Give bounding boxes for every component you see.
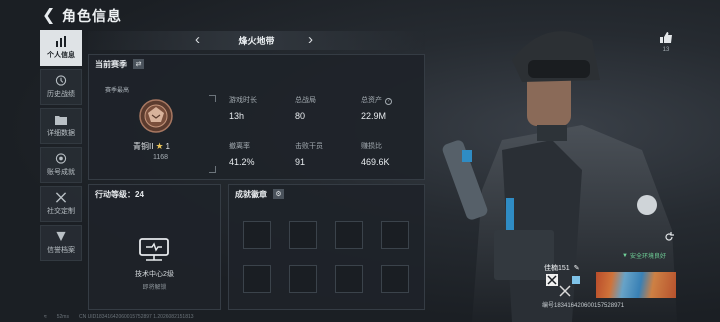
stat-extraction-rate: 撤离率 41.2% xyxy=(229,141,295,167)
stat-total-matches: 总战局 80 xyxy=(295,95,361,121)
stat-key: 总资产? xyxy=(361,95,427,105)
sidebar-item-achievements[interactable]: 账号成就 xyxy=(40,147,82,183)
sidebar-item-label: 个人信息 xyxy=(47,52,75,59)
bar-chart-icon xyxy=(56,36,66,47)
badge-slot[interactable] xyxy=(243,221,271,249)
shield-icon xyxy=(56,231,66,242)
tech-center-icon xyxy=(139,238,169,261)
safety-status: ▼ 安全环境良好 xyxy=(622,251,666,261)
rotate-view-icon[interactable] xyxy=(664,232,674,242)
player-namecard[interactable]: 佳楠151 ✎ 编号183416420600157528971 xyxy=(540,262,680,310)
swap-icon[interactable]: ⇄ xyxy=(133,59,144,69)
tech-center-info: 技术中心2级 即将解锁 xyxy=(89,269,220,291)
stat-key-text: 总资产 xyxy=(361,97,382,104)
stat-key: 游戏时长 xyxy=(229,97,257,104)
stat-value: 41.2% xyxy=(229,157,255,167)
wifi-icon: ≈ xyxy=(44,314,47,320)
corner-decoration xyxy=(209,95,216,102)
badges-title: 成就徽章 xyxy=(235,189,267,199)
sidebar-item-label: 信誉档案 xyxy=(47,247,75,254)
namecard-background-art xyxy=(596,272,676,298)
badge-slot[interactable] xyxy=(335,221,363,249)
stat-value: 469.6K xyxy=(361,157,390,167)
sidebar-item-history[interactable]: 历史战绩 xyxy=(40,69,82,105)
stat-key: 总战局 xyxy=(295,97,316,104)
history-icon xyxy=(55,75,67,86)
player-id: 编号183416420600157528971 xyxy=(542,303,625,309)
bronze-rank-badge-icon xyxy=(139,99,173,133)
uid-text: CN UID18341642060015752897 1.20260821518… xyxy=(78,314,194,320)
stat-key: 击败干员 xyxy=(295,143,323,150)
sidebar-item-social[interactable]: 社交定制 xyxy=(40,186,82,222)
thumbs-up-icon[interactable] xyxy=(660,32,672,43)
like-count: 13 xyxy=(662,47,670,53)
sidebar-item-detailed-data[interactable]: 详细数据 xyxy=(40,108,82,144)
rank-stars: 1 xyxy=(165,142,170,151)
shield-check-icon: ▼ xyxy=(622,252,628,259)
stat-value: 91 xyxy=(295,157,306,167)
badge-slot[interactable] xyxy=(381,265,409,293)
rank-label: 赛季最高 xyxy=(105,88,130,94)
edit-icon[interactable]: ✎ xyxy=(574,264,580,272)
stat-profit-ratio: 赚损比 469.6K xyxy=(361,141,427,167)
safety-text: 安全环境良好 xyxy=(629,254,666,260)
tech-center-name: 技术中心2级 xyxy=(135,271,174,278)
mode-name: 烽火地带 xyxy=(238,36,275,46)
sidebar-item-label: 详细数据 xyxy=(47,130,75,137)
mode-switcher: ‹ 烽火地带 › xyxy=(88,31,425,50)
back-arrow-icon[interactable]: ❮ xyxy=(42,8,55,24)
badge-slot[interactable] xyxy=(381,221,409,249)
badge-slot[interactable] xyxy=(335,265,363,293)
stat-total-assets: 总资产? 22.9M xyxy=(361,95,427,121)
prev-mode-icon[interactable]: ‹ xyxy=(195,32,200,48)
next-mode-icon[interactable]: › xyxy=(308,32,313,48)
badge-slot[interactable] xyxy=(289,221,317,249)
rank-box: 赛季最高 青铜II ★ 1 1168 xyxy=(101,85,216,173)
stat-value: 13h xyxy=(229,111,245,121)
sidebar-item-label: 社交定制 xyxy=(47,208,75,215)
trophy-icon xyxy=(55,153,67,164)
achievement-badges-panel: 成就徽章 ⚙ xyxy=(228,184,425,310)
header: ❮ 角色信息 xyxy=(42,6,122,26)
season-title: 当前赛季 xyxy=(95,59,127,69)
stat-key: 撤离率 xyxy=(229,143,250,150)
rank-name-row: 青铜II ★ 1 xyxy=(133,141,170,152)
stat-key: 赚损比 xyxy=(361,143,382,150)
corner-decoration xyxy=(209,166,216,173)
sidebar-item-personal-info[interactable]: 个人信息 xyxy=(40,30,82,66)
folder-icon xyxy=(55,116,67,125)
stat-value: 22.9M xyxy=(361,111,387,121)
season-panel: 当前赛季 ⇄ 赛季最高 青铜II ★ 1 1168 游戏时长 13h 总战局 8… xyxy=(88,54,425,180)
status-footer: ≈ 52ms CN UID18341642060015752897 1.2026… xyxy=(44,314,194,320)
namecard-emblem-icon xyxy=(546,274,580,297)
badge-slot[interactable] xyxy=(289,265,317,293)
stat-play-time: 游戏时长 13h xyxy=(229,95,295,121)
stat-operators-defeated: 击败干员 91 xyxy=(295,141,361,167)
sidebar-item-reputation[interactable]: 信誉档案 xyxy=(40,225,82,261)
tech-center-status: 即将解锁 xyxy=(142,285,167,291)
rank-name: 青铜II xyxy=(133,142,154,151)
sidebar-item-label: 账号成就 xyxy=(47,169,75,176)
rank-score: 1168 xyxy=(153,154,169,161)
action-level-panel: 行动等级：24 技术中心2级 即将解锁 xyxy=(88,184,221,310)
gear-icon[interactable]: ⚙ xyxy=(273,189,284,199)
badge-slot[interactable] xyxy=(243,265,271,293)
sidebar: 个人信息 历史战绩 详细数据 账号成就 社交定制 信誉档案 xyxy=(40,30,82,264)
tools-icon xyxy=(55,192,67,203)
ping: 52ms xyxy=(56,314,69,320)
page-title: 角色信息 xyxy=(62,8,122,24)
help-icon[interactable]: ? xyxy=(385,98,392,105)
star-icon: ★ xyxy=(155,141,164,151)
sidebar-item-label: 历史战绩 xyxy=(47,91,75,98)
stat-value: 80 xyxy=(295,111,306,121)
level-title: 行动等级：24 xyxy=(95,189,144,199)
